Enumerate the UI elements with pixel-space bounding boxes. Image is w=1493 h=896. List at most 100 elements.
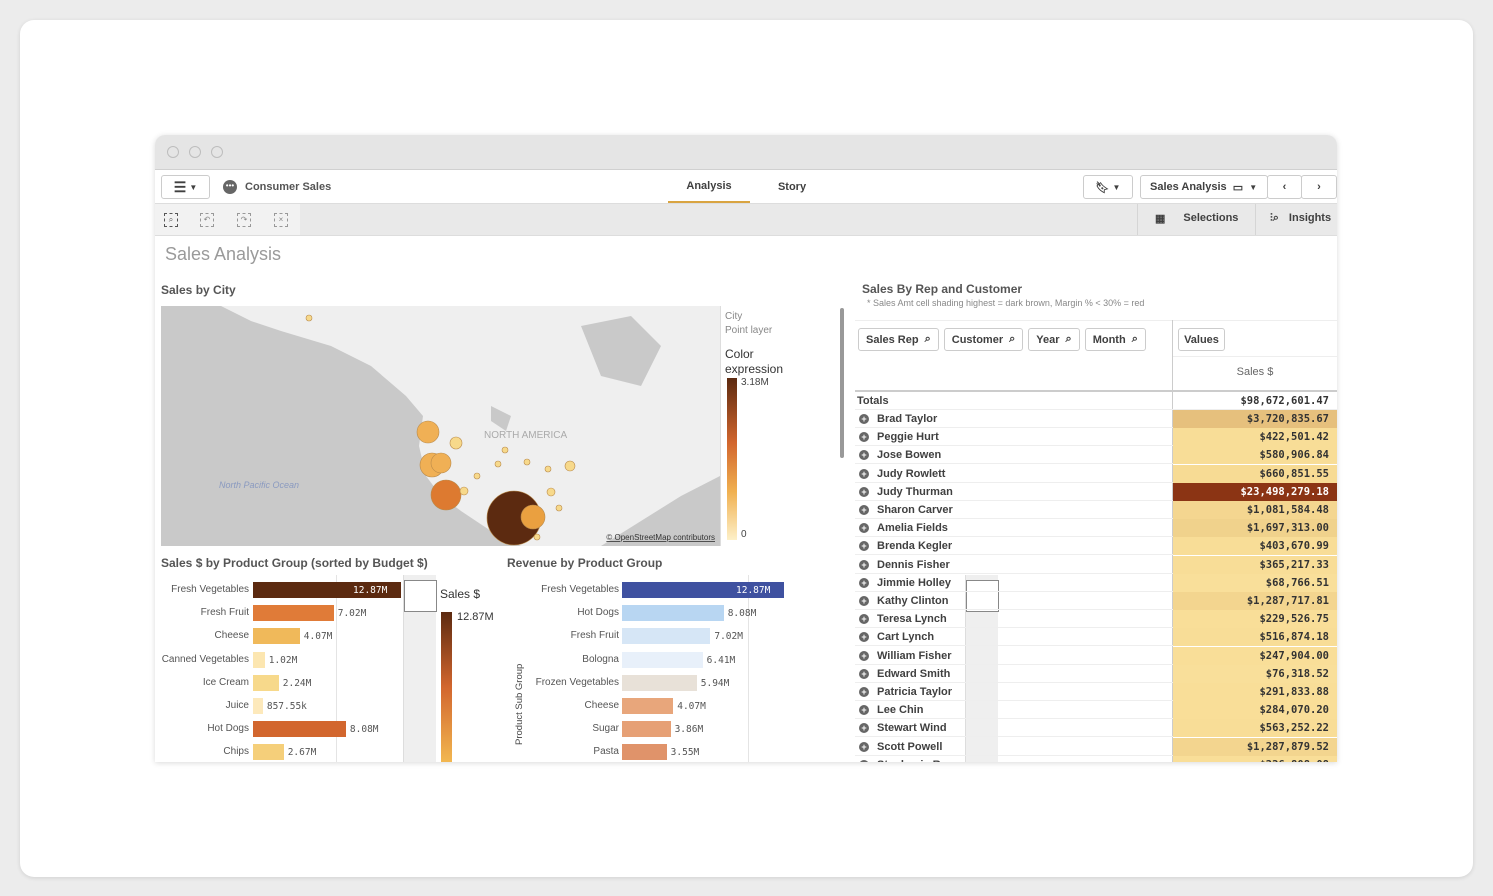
bookmark-button[interactable]: 🔖︎ ▼ (1083, 175, 1133, 199)
sales-rep-name: Brad Taylor (877, 413, 938, 425)
table-row[interactable]: + Brenda Kegler $403,670.99 (855, 537, 1337, 556)
expand-icon[interactable]: + (859, 450, 869, 461)
bar[interactable] (253, 651, 265, 668)
expand-icon[interactable]: + (859, 614, 869, 625)
minimize-window-button[interactable] (189, 146, 201, 158)
expand-icon[interactable]: + (859, 432, 869, 443)
bar[interactable] (622, 744, 667, 761)
previous-sheet-button[interactable]: ‹ (1267, 175, 1302, 199)
selections-button[interactable]: ▦ Selections (1155, 212, 1238, 225)
expand-icon[interactable]: + (859, 541, 869, 552)
table-row[interactable]: + Cart Lynch $516,874.18 (855, 628, 1337, 647)
menu-button[interactable]: ☰ ▼ (161, 175, 210, 199)
bar[interactable] (253, 605, 334, 622)
values-button[interactable]: Values (1178, 328, 1225, 351)
next-sheet-button[interactable]: › (1301, 175, 1337, 199)
category-label: Chips (223, 746, 249, 758)
bar[interactable] (622, 651, 703, 668)
expand-icon[interactable]: + (859, 577, 869, 588)
tab-story[interactable]: Story (755, 170, 829, 203)
scroll-thumb[interactable] (404, 580, 437, 612)
table-row[interactable]: + Jose Bowen $580,906.84 (855, 446, 1337, 465)
expand-icon[interactable]: + (859, 596, 869, 606)
expand-icon[interactable]: + (859, 741, 869, 752)
insights-button[interactable]: ⫶⌕ Insights (1270, 212, 1331, 225)
smart-search-icon[interactable]: ⌕ (164, 213, 178, 227)
expand-icon[interactable]: + (859, 650, 869, 661)
bar[interactable] (253, 698, 263, 714)
mini-chart-scrollbar[interactable] (403, 575, 437, 762)
totals-label: Totals (857, 395, 889, 407)
close-window-button[interactable] (167, 146, 179, 158)
table-row[interactable]: + Patricia Taylor $291,833.88 (855, 683, 1337, 701)
table-row[interactable]: + Judy Rowlett $660,851.55 (855, 464, 1337, 483)
filter-customer[interactable]: Customer ⌕ (943, 328, 1024, 351)
table-row[interactable]: + William Fisher $247,904.00 (855, 646, 1337, 665)
sales-rep-name: Jose Bowen (877, 449, 942, 462)
chevron-right-icon: › (1317, 181, 1321, 193)
sales-rep-name: Stewart Wind (877, 722, 947, 735)
expand-icon[interactable]: + (859, 486, 869, 497)
step-back-icon[interactable]: ↶ (200, 213, 214, 227)
bar[interactable] (253, 674, 279, 691)
expand-icon[interactable]: + (859, 687, 869, 697)
table-row[interactable]: + Dennis Fisher $365,217.33 (855, 555, 1337, 574)
table-row[interactable]: + Teresa Lynch $229,526.75 (855, 610, 1337, 629)
legend-scrollbar[interactable] (840, 308, 844, 458)
city-point (501, 446, 509, 454)
table-row[interactable]: + Edward Smith $76,318.52 (855, 664, 1337, 683)
maximize-window-button[interactable] (211, 146, 223, 158)
column-header-sales[interactable]: Sales $ (1173, 366, 1337, 378)
table-row[interactable]: + Lee Chin $284,070.20 (855, 701, 1337, 720)
table-row[interactable]: + Jimmie Holley $68,766.51 (855, 573, 1337, 592)
city-point (494, 460, 502, 468)
sales-by-product-group-chart[interactable]: Sales $ 12.87M Fresh Vegetables 12.87M Fre… (155, 575, 500, 762)
chevron-left-icon: ‹ (1282, 181, 1287, 193)
table-row[interactable]: + Stewart Wind $563,252.22 (855, 719, 1337, 738)
bar[interactable] (622, 674, 697, 691)
filter-month[interactable]: Month ⌕ (1084, 328, 1146, 351)
bar[interactable] (253, 721, 346, 738)
step-forward-icon[interactable]: ↷ (237, 213, 251, 227)
sheet-selector[interactable]: Sales Analysis ▭ ▼ (1140, 175, 1268, 199)
table-row[interactable]: + Brad Taylor $3,720,835.67 (855, 410, 1337, 428)
filter-sales-rep[interactable]: Sales Rep ⌕ (858, 328, 939, 351)
bar[interactable] (622, 698, 674, 714)
expand-icon[interactable]: + (859, 723, 869, 734)
bar[interactable] (622, 721, 671, 738)
table-row[interactable]: + Peggie Hurt $422,501.42 (855, 428, 1337, 447)
expand-icon[interactable]: + (859, 559, 869, 570)
bar[interactable] (253, 744, 284, 761)
filter-year[interactable]: Year ⌕ (1028, 328, 1080, 351)
chevron-down-icon: ▼ (1249, 182, 1258, 192)
expand-icon[interactable]: + (859, 523, 869, 534)
map-title: Sales by City (161, 283, 236, 297)
map-attribution-link[interactable]: © OpenStreetMap contributors (606, 533, 715, 542)
revenue-by-product-group-chart[interactable]: Product Sub Group Fresh Vegetables 12.87M… (500, 575, 999, 762)
table-row[interactable]: + Kathy Clinton $1,287,717.81 (855, 592, 1337, 610)
expand-icon[interactable]: + (859, 668, 869, 679)
expand-icon[interactable]: + (859, 632, 869, 643)
table-row[interactable]: + Amelia Fields $1,697,313.00 (855, 519, 1337, 538)
table-row[interactable]: + Stephanie Reagan $226,808.08 (855, 755, 1337, 762)
insights-icon: ⫶⌕ (1270, 212, 1279, 224)
sheet-title: Sales Analysis (165, 244, 282, 264)
expand-icon[interactable]: + (859, 705, 869, 716)
clear-selections-icon[interactable]: × (274, 213, 288, 227)
table-row[interactable]: + Judy Thurman $23,498,279.18 (855, 482, 1337, 501)
city-point (305, 314, 313, 322)
expand-icon[interactable]: + (859, 759, 869, 762)
table-row[interactable]: + Scott Powell $1,287,879.52 (855, 737, 1337, 756)
table-row[interactable]: + Sharon Carver $1,081,584.48 (855, 501, 1337, 519)
expand-icon[interactable]: + (859, 505, 869, 515)
bar[interactable] (622, 628, 711, 645)
totals-value: $98,672,601.47 (1240, 395, 1329, 407)
bar[interactable] (253, 628, 300, 645)
legend-title: Color expression (725, 347, 784, 376)
expand-icon[interactable]: + (859, 468, 869, 479)
city-point (459, 486, 469, 496)
expand-icon[interactable]: + (859, 414, 869, 424)
map-view[interactable]: NORTH AMERICA North Pacific Ocean © Open… (161, 306, 720, 546)
bar[interactable] (622, 605, 724, 622)
tab-analysis[interactable]: Analysis (668, 170, 750, 203)
